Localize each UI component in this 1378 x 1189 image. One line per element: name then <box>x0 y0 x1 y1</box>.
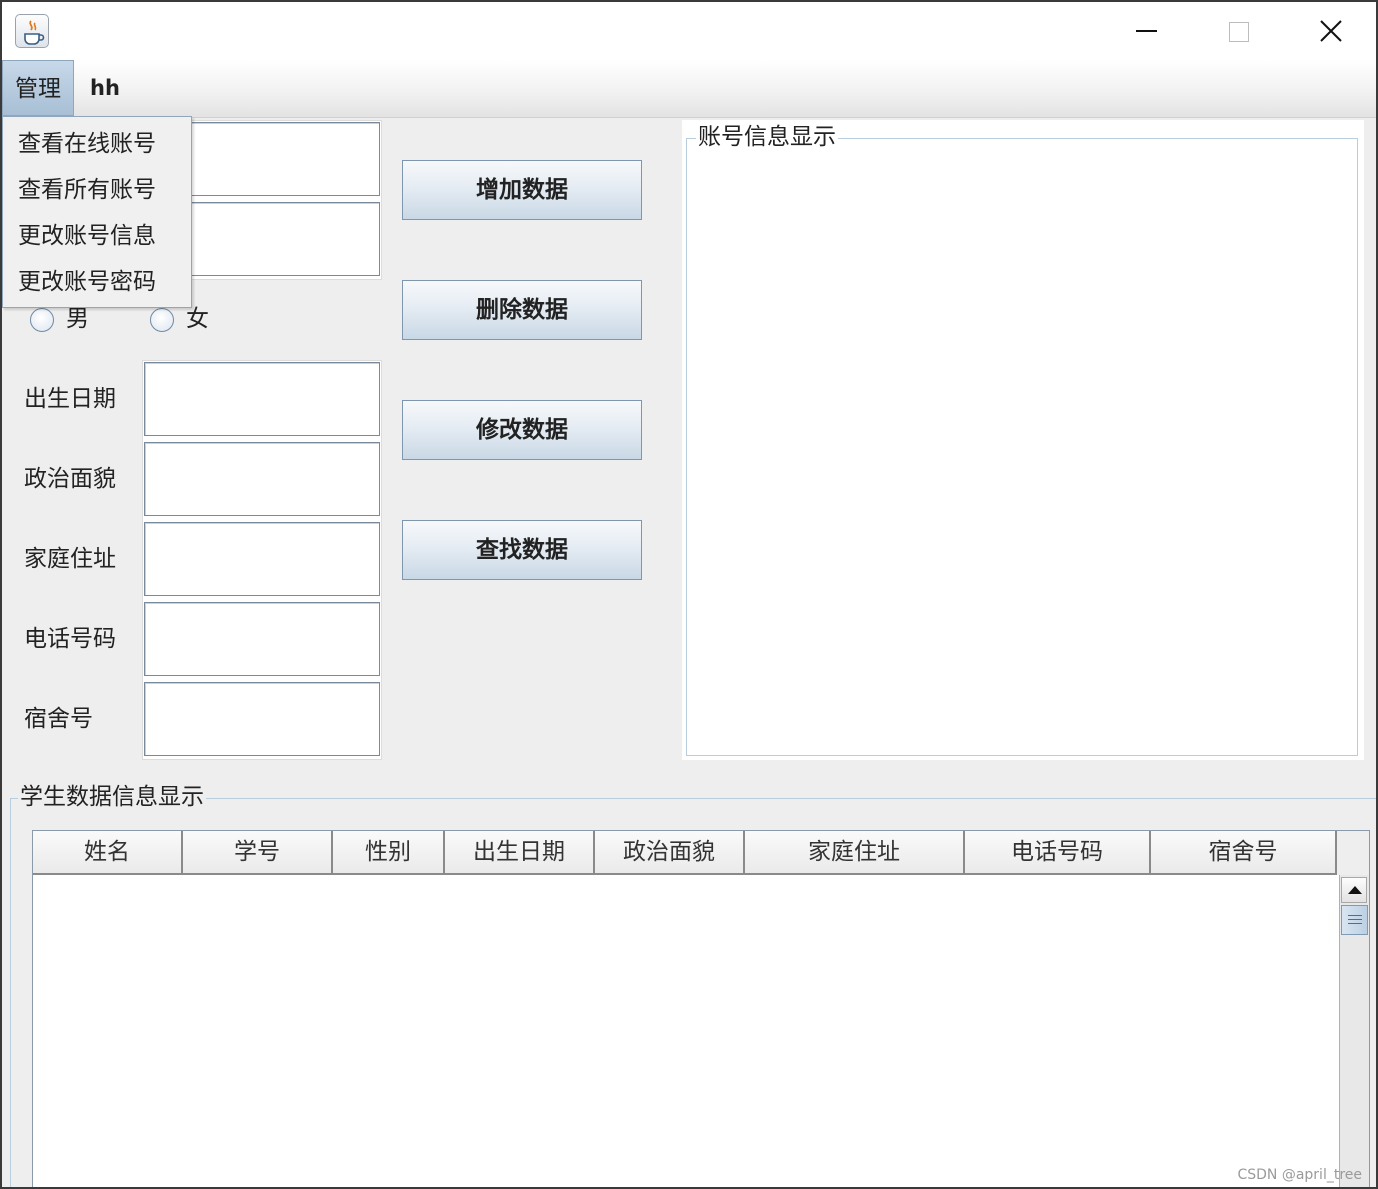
phone-label: 电话号码 <box>24 626 116 652</box>
address-field[interactable] <box>144 522 380 596</box>
menu-item-view-all-accounts[interactable]: 查看所有账号 <box>3 167 191 213</box>
account-info-textarea[interactable] <box>686 138 1358 756</box>
column-header[interactable]: 家庭住址 <box>745 831 965 875</box>
watermark: CSDN @april_tree <box>1237 1167 1362 1183</box>
gender-female-radio[interactable] <box>150 308 174 332</box>
java-cup-icon <box>15 14 49 48</box>
table-header: 姓名 学号 性别 出生日期 政治面貌 家庭住址 电话号码 宿舍号 <box>33 831 1369 875</box>
column-header[interactable]: 政治面貌 <box>595 831 745 875</box>
vertical-scrollbar[interactable] <box>1339 875 1369 1187</box>
close-icon[interactable] <box>1285 2 1376 60</box>
account-info-title: 账号信息显示 <box>696 122 838 152</box>
menu-manage[interactable]: 管理 <box>2 60 74 116</box>
menu-item-view-online-accounts[interactable]: 查看在线账号 <box>3 121 191 167</box>
manage-dropdown-menu: 查看在线账号 查看所有账号 更改账号信息 更改账号密码 <box>2 116 192 308</box>
menu-bar: 管理 hh <box>2 60 1376 118</box>
column-header[interactable]: 电话号码 <box>965 831 1151 875</box>
birth-label: 出生日期 <box>24 386 116 412</box>
add-data-button[interactable]: 增加数据 <box>402 160 642 220</box>
main-content: 男 女 出生日期 政治面貌 家庭住址 电话号码 宿舍号 增加数据 删除数据 修改… <box>2 118 1376 1187</box>
modify-data-button[interactable]: 修改数据 <box>402 400 642 460</box>
scroll-thumb[interactable] <box>1341 905 1368 935</box>
menu-hh[interactable]: hh <box>78 60 132 116</box>
student-table: 姓名 学号 性别 出生日期 政治面貌 家庭住址 电话号码 宿舍号 <box>32 830 1370 1187</box>
column-header[interactable]: 出生日期 <box>445 831 595 875</box>
dorm-label: 宿舍号 <box>24 706 93 732</box>
politics-label: 政治面貌 <box>24 466 116 492</box>
find-data-button[interactable]: 查找数据 <box>402 520 642 580</box>
delete-data-button[interactable]: 删除数据 <box>402 280 642 340</box>
app-window: 管理 hh 男 女 出生日期 政治面貌 家庭住址 电话号码 宿舍号 增加数据 删… <box>0 0 1378 1189</box>
maximize-icon[interactable] <box>1193 2 1285 60</box>
gender-male-label: 男 <box>66 306 89 332</box>
phone-field[interactable] <box>144 602 380 676</box>
address-label: 家庭住址 <box>24 546 116 572</box>
politics-field[interactable] <box>144 442 380 516</box>
scroll-up-arrow-icon[interactable] <box>1341 877 1367 903</box>
column-header[interactable]: 学号 <box>183 831 333 875</box>
menu-item-change-password[interactable]: 更改账号密码 <box>3 259 191 305</box>
account-info-panel: 账号信息显示 <box>682 120 1364 760</box>
dorm-field[interactable] <box>144 682 380 756</box>
birth-field[interactable] <box>144 362 380 436</box>
gender-male-radio[interactable] <box>30 308 54 332</box>
menu-item-edit-account-info[interactable]: 更改账号信息 <box>3 213 191 259</box>
minimize-icon[interactable] <box>1101 2 1193 60</box>
title-bar <box>2 2 1376 60</box>
column-header[interactable]: 性别 <box>333 831 445 875</box>
column-header[interactable]: 宿舍号 <box>1151 831 1337 875</box>
student-data-title: 学生数据信息显示 <box>18 782 206 812</box>
column-header[interactable]: 姓名 <box>33 831 183 875</box>
gender-female-label: 女 <box>186 306 209 332</box>
